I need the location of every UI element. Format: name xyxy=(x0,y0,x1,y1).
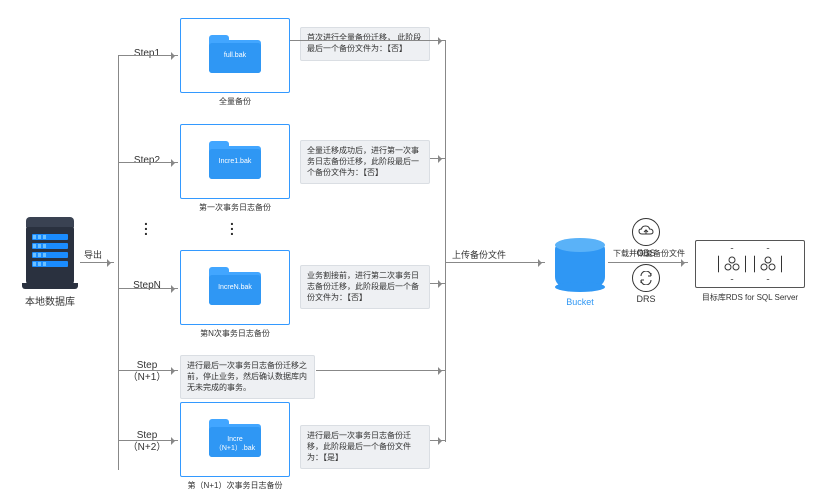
folder-incren: IncreN.bak 第N次事务日志备份 xyxy=(180,250,290,339)
cloud-upload-icon xyxy=(632,218,660,246)
diagram-canvas: 本地数据库 导出 Step1 Step2 StepN Step（N+1） Ste… xyxy=(0,0,816,500)
step1-arrow xyxy=(118,55,178,56)
bucket-icon xyxy=(555,245,605,287)
note-step2: 全量迁移成功后，进行第一次事务日志备份迁移，此阶段最后一个备份文件为：【否】 xyxy=(300,140,430,184)
target-rds: 目标库RDS for SQL Server xyxy=(695,240,805,303)
folders-ellipsis-icon: ... xyxy=(230,218,234,233)
export-label: 导出 xyxy=(84,248,102,261)
step-1-label: Step1 xyxy=(122,48,172,59)
folder-icon: Incre（N+1）.bak xyxy=(209,419,261,457)
stepn2-arrow xyxy=(118,440,178,441)
db-hex-icon xyxy=(754,248,782,280)
sync-icon xyxy=(632,264,660,292)
upload-vline xyxy=(445,40,446,442)
stepn-arrow xyxy=(118,288,178,289)
step-n-label: StepN xyxy=(122,280,172,291)
folder-full-backup: full.bak 全量备份 xyxy=(180,18,290,107)
download-label: 下载并恢复备份文件 xyxy=(613,248,685,259)
folder-icon: full.bak xyxy=(209,35,261,73)
note-step1: 首次进行全量备份迁移， 此阶段最后一个备份文件为：【否】 xyxy=(300,27,430,61)
bucket-label: Bucket xyxy=(555,297,605,307)
drs-service: DRS xyxy=(628,264,664,304)
upload-arrow xyxy=(445,262,545,263)
server-label: 本地数据库 xyxy=(20,293,80,308)
steps-vline xyxy=(118,55,119,470)
folder-incren1: Incre（N+1）.bak 第（N+1）次事务日志备份 xyxy=(180,402,290,491)
step-2-label: Step2 xyxy=(122,155,172,166)
local-database-server: 本地数据库 xyxy=(20,225,80,308)
steps-ellipsis-icon: ... xyxy=(144,218,148,233)
note-stepn: 业务割接前，进行第二次事务日志备份迁移，此阶段最后一个备份文件为：【否】 xyxy=(300,265,430,309)
download-arrow xyxy=(608,262,688,263)
step-n2-label: Step（N+2） xyxy=(122,430,172,454)
upload-label: 上传备份文件 xyxy=(452,248,506,261)
step-n1-label: Step（N+1） xyxy=(122,360,172,384)
note-stepn1: 进行最后一次事务日志备份迁移之前，停止业务，然后确认数据库内无未完成的事务。 xyxy=(180,355,315,399)
stepn1-arrow xyxy=(118,370,178,371)
server-icon xyxy=(26,225,74,285)
rds-label: 目标库RDS for SQL Server xyxy=(695,292,805,303)
folder-incre1: Incre1.bak 第一次事务日志备份 xyxy=(180,124,290,213)
folder-icon: IncreN.bak xyxy=(209,267,261,305)
note-stepn2: 进行最后一次事务日志备份迁移，此阶段最后一个备份文件为：【是】 xyxy=(300,425,430,469)
db-hex-icon xyxy=(718,248,746,280)
folder-icon: Incre1.bak xyxy=(209,141,261,179)
obs-bucket: Bucket xyxy=(555,245,605,307)
step2-arrow xyxy=(118,162,178,163)
export-arrow xyxy=(80,262,114,263)
